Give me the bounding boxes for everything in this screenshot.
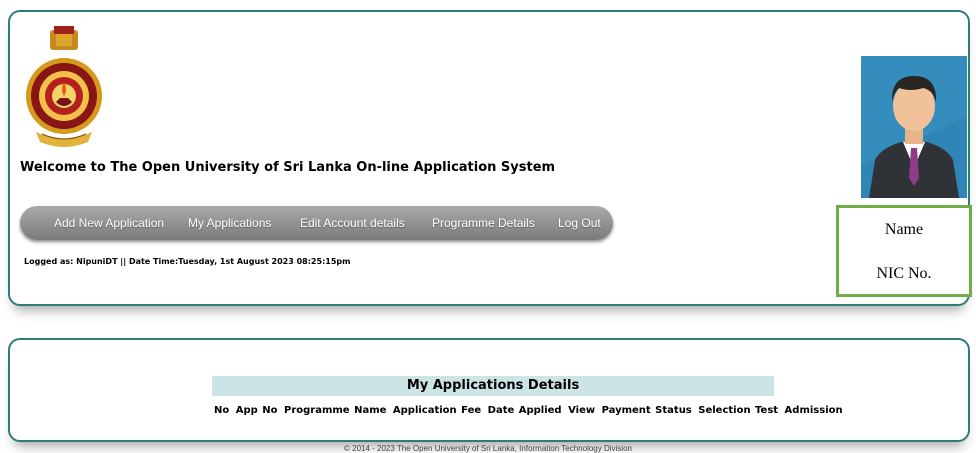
nav-my-applications[interactable]: My Applications bbox=[188, 206, 271, 240]
university-logo bbox=[26, 26, 102, 147]
nav-add-new-application[interactable]: Add New Application bbox=[54, 206, 164, 240]
column-header: Admission bbox=[784, 405, 843, 416]
column-header: View bbox=[568, 405, 596, 416]
column-header: Application Fee bbox=[392, 405, 482, 416]
column-header: Payment Status bbox=[601, 405, 692, 416]
nav-log-out[interactable]: Log Out bbox=[558, 206, 601, 240]
column-header: Date Applied bbox=[487, 405, 562, 416]
welcome-heading: Welcome to The Open University of Sri La… bbox=[20, 160, 556, 175]
column-header: Programme Name bbox=[284, 405, 387, 416]
column-header: Selection Test bbox=[698, 405, 779, 416]
logged-in-info: Logged as: NipuniDT || Date Time:Tuesday… bbox=[24, 257, 351, 266]
nic-label: NIC No. bbox=[876, 265, 932, 282]
nav-edit-account-details[interactable]: Edit Account details bbox=[300, 206, 405, 240]
column-header: App No bbox=[235, 405, 278, 416]
id-card-box: Name NIC No. bbox=[836, 205, 972, 297]
name-label: Name bbox=[884, 221, 924, 238]
applications-table-header: No App No Programme Name Application Fee… bbox=[214, 405, 845, 416]
column-header: No bbox=[214, 405, 230, 416]
user-avatar-icon bbox=[861, 56, 967, 198]
main-nav: Add New Application My Applications Edit… bbox=[20, 206, 613, 240]
nav-programme-details[interactable]: Programme Details bbox=[432, 206, 535, 240]
applications-title: My Applications Details bbox=[212, 376, 774, 396]
profile-photo bbox=[861, 56, 967, 198]
